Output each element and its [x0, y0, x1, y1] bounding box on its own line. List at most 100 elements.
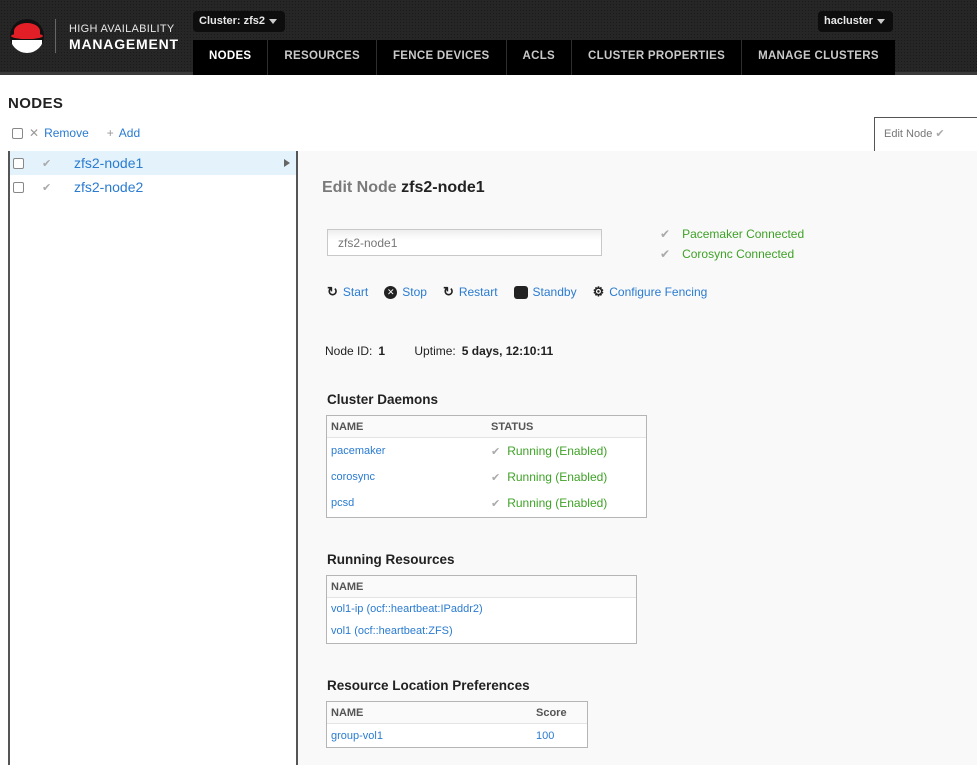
detail-title-prefix: Edit Node: [322, 179, 397, 196]
top-header: HIGH AVAILABILITY MANAGEMENT Cluster: zf…: [0, 0, 977, 75]
page-title: NODES: [8, 95, 64, 112]
caret-down-icon: [876, 18, 885, 24]
check-icon: ✔: [42, 157, 52, 170]
edit-node-tab-label: Edit Node: [884, 128, 933, 140]
node-checkbox[interactable]: [13, 182, 24, 193]
node-toolbar: ✕ Remove + Add: [12, 126, 140, 140]
detail-node-name: zfs2-node1: [401, 179, 485, 196]
tab-resources[interactable]: RESOURCES: [268, 40, 377, 75]
node-checkbox[interactable]: [13, 158, 24, 169]
tab-cluster-properties[interactable]: CLUSTER PROPERTIES: [572, 40, 743, 75]
cluster-selector-label: Cluster: zfs2: [199, 15, 266, 27]
running-resources-title: Running Resources: [327, 552, 455, 567]
tab-acls[interactable]: ACLS: [507, 40, 573, 75]
pacemaker-status-text: Pacemaker Connected: [682, 227, 805, 241]
table-row: pacemaker ✔ Running (Enabled): [327, 438, 646, 464]
column-header-name: NAME: [331, 707, 364, 719]
table-header: NAME STATUS: [327, 416, 646, 438]
node-name-input[interactable]: [327, 229, 602, 256]
daemon-status: ✔ Running (Enabled): [486, 438, 607, 464]
start-label: Start: [342, 285, 369, 299]
table-header: NAME: [327, 576, 636, 598]
node-id-value: 1: [378, 344, 386, 358]
redhat-logo-icon: [10, 19, 44, 53]
corosync-status-text: Corosync Connected: [682, 247, 795, 261]
standby-button[interactable]: Standby: [513, 285, 577, 299]
stop-circle-icon: ✕: [384, 285, 398, 299]
resource-link[interactable]: vol1 (ocf::heartbeat:ZFS): [331, 620, 453, 642]
node-list: ✔ zfs2-node1 ✔ zfs2-node2: [8, 151, 298, 765]
check-icon: ✔: [935, 128, 945, 140]
daemon-name-link[interactable]: corosync: [327, 464, 486, 490]
user-menu-label: hacluster: [824, 15, 873, 27]
caret-down-icon: [269, 18, 278, 24]
daemon-status: ✔ Running (Enabled): [486, 464, 607, 490]
node-name[interactable]: zfs2-node2: [74, 179, 143, 195]
cluster-daemons-title: Cluster Daemons: [327, 392, 439, 407]
corosync-status: ✔ Corosync Connected: [660, 247, 794, 261]
check-icon: ✔: [660, 227, 671, 241]
refresh-icon: ↻: [327, 284, 338, 299]
gears-icon: ⚙: [592, 284, 605, 299]
close-icon: ✕: [29, 126, 40, 140]
preference-score[interactable]: 100: [536, 724, 554, 748]
caret-right-icon: [284, 159, 290, 167]
table-row: group-vol1 100: [327, 724, 587, 748]
table-header: NAME Score: [327, 702, 587, 724]
uptime-label: Uptime:: [414, 344, 456, 358]
table-row: corosync ✔ Running (Enabled): [327, 464, 646, 490]
tab-manage-clusters[interactable]: MANAGE CLUSTERS: [742, 40, 895, 75]
brand-subtitle: HIGH AVAILABILITY: [69, 23, 175, 35]
uptime-value: 5 days, 12:10:11: [461, 344, 554, 358]
node-list-item[interactable]: ✔ zfs2-node2: [10, 175, 296, 199]
add-button[interactable]: Add: [119, 126, 140, 140]
daemon-status-text: Running (Enabled): [507, 470, 608, 484]
column-header-name: NAME: [331, 581, 364, 593]
resource-link[interactable]: vol1-ip (ocf::heartbeat:IPaddr2): [331, 598, 483, 620]
select-all-checkbox[interactable]: [12, 127, 23, 139]
daemon-name-link[interactable]: pacemaker: [327, 438, 486, 464]
column-header-name: NAME: [331, 421, 364, 433]
node-info: Node ID: 1 Uptime: 5 days, 12:10:11: [325, 344, 579, 358]
daemon-name-link[interactable]: pcsd: [327, 490, 486, 516]
edit-node-tab[interactable]: Edit Node ✔: [874, 117, 977, 151]
node-name[interactable]: zfs2-node1: [74, 155, 143, 171]
check-icon: ✔: [491, 498, 501, 510]
tab-nodes[interactable]: NODES: [193, 40, 269, 75]
detail-title: Edit Node zfs2-node1: [322, 179, 485, 197]
pacemaker-status: ✔ Pacemaker Connected: [660, 227, 804, 241]
column-header-score: Score: [536, 707, 567, 719]
start-button[interactable]: ↻ Start: [327, 284, 368, 300]
preference-name-link[interactable]: group-vol1: [327, 724, 536, 748]
table-row: vol1-ip (ocf::heartbeat:IPaddr2): [327, 598, 636, 620]
node-list-item[interactable]: ✔ zfs2-node1: [10, 151, 296, 175]
tab-fence-devices[interactable]: FENCE DEVICES: [377, 40, 507, 75]
brand-title: MANAGEMENT: [69, 36, 179, 52]
cluster-daemons-table: NAME STATUS pacemaker ✔ Running (Enabled)…: [326, 415, 647, 518]
running-resources-table: NAME vol1-ip (ocf::heartbeat:IPaddr2) vo…: [326, 575, 637, 644]
table-row: pcsd ✔ Running (Enabled): [327, 490, 646, 516]
standby-label: Standby: [532, 285, 577, 299]
table-row: vol1 (ocf::heartbeat:ZFS): [327, 620, 636, 642]
check-icon: ✔: [491, 446, 501, 458]
configure-fencing-button[interactable]: ⚙ Configure Fencing: [593, 284, 708, 300]
cluster-selector[interactable]: Cluster: zfs2: [193, 11, 286, 32]
configure-fencing-label: Configure Fencing: [609, 285, 708, 299]
node-id-label: Node ID:: [325, 344, 373, 358]
refresh-icon: ↻: [442, 284, 454, 299]
daemon-status-text: Running (Enabled): [507, 444, 608, 458]
location-preferences-table: NAME Score group-vol1 100: [326, 701, 588, 748]
check-icon: ✔: [42, 181, 52, 194]
plus-icon: +: [106, 126, 114, 140]
location-preferences-title: Resource Location Preferences: [327, 678, 530, 693]
remove-button[interactable]: Remove: [44, 126, 89, 140]
restart-button[interactable]: ↻ Restart: [443, 284, 498, 300]
main-nav: NODES RESOURCES FENCE DEVICES ACLS CLUST…: [193, 40, 895, 75]
logo-divider: [55, 19, 56, 53]
check-icon: ✔: [660, 247, 671, 261]
user-menu[interactable]: hacluster: [818, 11, 893, 32]
restart-label: Restart: [458, 285, 498, 299]
stop-button[interactable]: ✕ Stop: [384, 285, 427, 299]
standby-icon: [513, 285, 528, 299]
check-icon: ✔: [491, 472, 501, 484]
